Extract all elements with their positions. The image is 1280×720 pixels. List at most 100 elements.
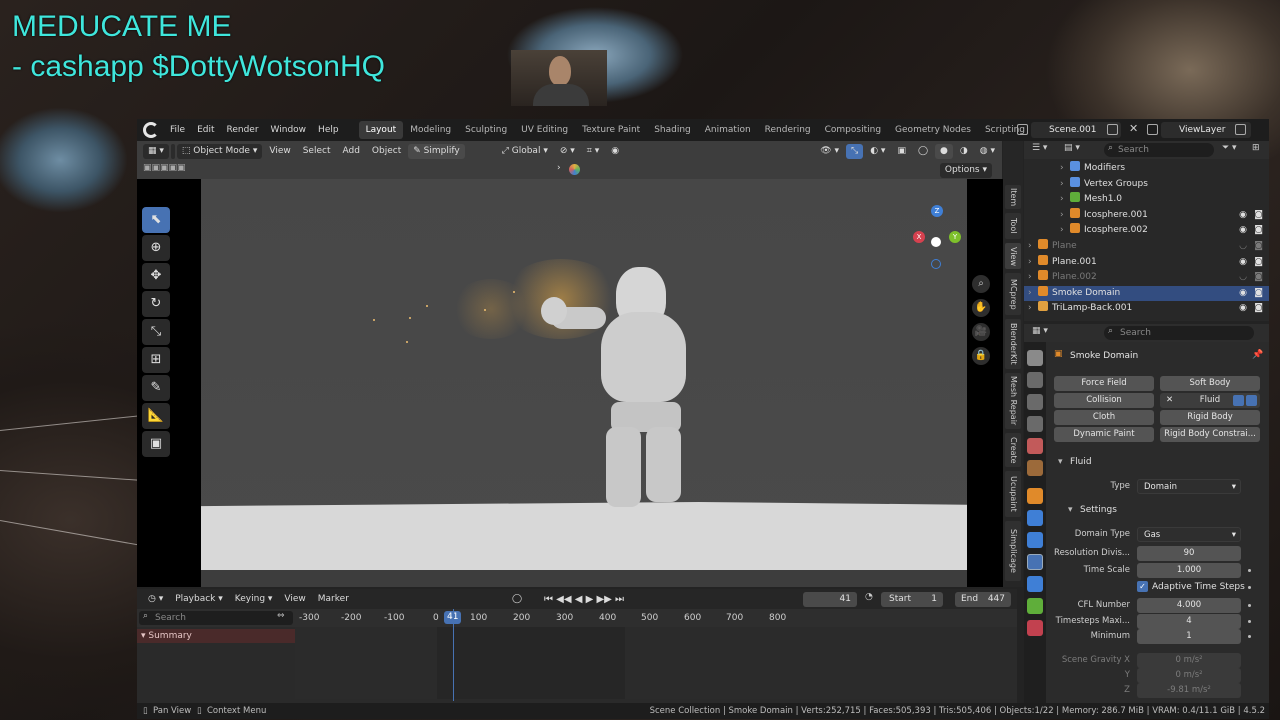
outliner-row[interactable]: › Vertex Groups <box>1024 176 1269 192</box>
menu-help[interactable]: Help <box>312 125 345 135</box>
expand-arrow-icon[interactable]: › <box>1060 161 1070 176</box>
cursor-tool-icon[interactable]: ⊕ <box>142 235 170 261</box>
tab-view[interactable]: View <box>1005 243 1021 269</box>
properties-editor[interactable]: ▦ ▾ Search ⌕ ▣ Smoke Domain 📌 Force Fiel… <box>1024 324 1269 703</box>
tab-shading[interactable]: Shading <box>647 121 698 139</box>
render-toggle-icon[interactable] <box>1246 395 1257 406</box>
shading-rendered-icon[interactable]: ◍ ▾ <box>975 144 1000 159</box>
transform-tool-icon[interactable]: ⊞ <box>142 347 170 373</box>
keying-menu[interactable]: Keying ▾ <box>230 592 278 607</box>
pivot-icon[interactable]: ⊘ ▾ <box>555 144 580 159</box>
start-frame-field[interactable]: Start 1 <box>881 592 943 607</box>
summary-channel[interactable]: ▾ Summary <box>137 629 295 643</box>
options-button[interactable]: Options ▾ <box>939 163 992 178</box>
expand-arrow-icon[interactable]: › <box>1028 301 1038 316</box>
timesteps-max-field[interactable]: 4 <box>1137 614 1241 629</box>
cloth-button[interactable]: Cloth <box>1054 410 1154 425</box>
tab-create[interactable]: Create <box>1005 433 1021 467</box>
tab-tool[interactable]: Tool <box>1005 213 1021 239</box>
render-camera-icon[interactable]: ◙ <box>1254 286 1263 301</box>
object-mode-dropdown[interactable]: ⬚ Object Mode ▾ <box>176 143 263 159</box>
viewport-toggle-icon[interactable] <box>1233 395 1244 406</box>
stopwatch-icon[interactable]: ◔ <box>865 592 873 602</box>
outliner-row[interactable]: › Icosphere.001 ◉ ◙ <box>1024 207 1269 223</box>
outliner-editor-icon[interactable]: ☰ ▾ <box>1032 143 1047 153</box>
keyframe-dot-icon[interactable] <box>1248 569 1251 572</box>
keyframe-dot-icon[interactable] <box>1248 586 1251 589</box>
render-camera-icon[interactable]: ◙ <box>1254 301 1263 316</box>
outliner-row[interactable]: › Plane ◡ ◙ <box>1024 239 1269 254</box>
timeline-editor-type-icon[interactable]: ◷ ▾ <box>143 592 168 607</box>
playhead[interactable] <box>453 609 454 701</box>
render-camera-icon[interactable]: ◙ <box>1254 223 1263 238</box>
menu-edit[interactable]: Edit <box>191 125 220 135</box>
tab-sculpting[interactable]: Sculpting <box>458 121 514 139</box>
record-icon[interactable]: ◯ <box>507 592 527 607</box>
xray-icon[interactable]: ▣ <box>892 144 911 159</box>
axis-y-icon[interactable]: Y <box>949 231 961 243</box>
tab-rendering[interactable]: Rendering <box>758 121 818 139</box>
viewport-menu-view[interactable]: View <box>264 144 295 159</box>
tab-mesh-repair[interactable]: Mesh Repair <box>1005 373 1021 429</box>
timeline-menu-view[interactable]: View <box>279 592 310 607</box>
gizmo-icon[interactable]: ⤡ <box>846 143 864 159</box>
expand-arrow-icon[interactable]: › <box>1060 208 1070 223</box>
outliner-row[interactable]: › Mesh1.0 <box>1024 192 1269 207</box>
resolution-field[interactable]: 90 <box>1137 546 1241 561</box>
playback-menu[interactable]: Playback ▾ <box>170 592 228 607</box>
visibility-eye-icon[interactable]: ◉ <box>1239 286 1247 301</box>
render-camera-icon[interactable]: ◙ <box>1254 239 1263 254</box>
properties-search-input[interactable]: Search <box>1104 326 1254 340</box>
pin-icon[interactable]: 📌 <box>1252 350 1263 360</box>
render-camera-icon[interactable]: ◙ <box>1254 208 1263 223</box>
expand-arrow-icon[interactable]: › <box>1060 177 1070 192</box>
camera-view-icon[interactable]: 🎥 <box>972 323 990 341</box>
outliner-row[interactable]: › TriLamp-Back.001 ◉ ◙ <box>1024 301 1269 316</box>
keyframe-dot-icon[interactable] <box>1248 620 1251 623</box>
render-tab-icon[interactable] <box>1027 372 1043 388</box>
timeline-search-input[interactable]: Search <box>139 611 293 625</box>
swap-icon[interactable]: ⇔ <box>277 611 285 621</box>
proportional-edit-icon[interactable]: ◉ <box>606 144 624 159</box>
visibility-eye-icon[interactable]: ◡ <box>1239 270 1247 285</box>
tab-uv-editing[interactable]: UV Editing <box>514 121 575 139</box>
playback-controls[interactable]: ⏮ ◀◀ ◀ ▶ ▶▶ ⏭ <box>539 592 629 607</box>
axis-x-icon[interactable]: X <box>913 231 925 243</box>
fluid-type-dropdown[interactable]: Domain ▾ <box>1137 479 1241 494</box>
display-mode-icon[interactable]: ▤ ▾ <box>1064 143 1080 153</box>
fluid-button[interactable]: ✕ Fluid <box>1160 393 1260 408</box>
expand-arrow-icon[interactable]: › <box>1028 270 1038 285</box>
expand-arrow-icon[interactable]: › <box>1028 286 1038 301</box>
outliner-search-input[interactable]: Search <box>1104 143 1214 157</box>
axis-z-icon[interactable]: Z <box>931 205 943 217</box>
domain-type-dropdown[interactable]: Gas ▾ <box>1137 527 1241 542</box>
remove-fluid-icon[interactable]: ✕ <box>1166 393 1173 408</box>
transform-orientation-dropdown[interactable]: ⤢ Global ▾ <box>497 144 553 159</box>
properties-editor-icon[interactable]: ▦ ▾ <box>1032 326 1048 336</box>
settings-collapse-icon[interactable]: ▾ <box>1068 505 1073 515</box>
tab-animation[interactable]: Animation <box>698 121 758 139</box>
viewport-menu-add[interactable]: Add <box>337 144 364 159</box>
data-tab-icon[interactable] <box>1027 598 1043 614</box>
menu-render[interactable]: Render <box>221 125 265 135</box>
rigid-body-button[interactable]: Rigid Body <box>1160 410 1260 425</box>
annotate-tool-icon[interactable]: ✎ <box>142 375 170 401</box>
timeline-body[interactable] <box>295 627 1017 699</box>
render-camera-icon[interactable]: ◙ <box>1254 255 1263 270</box>
tab-item[interactable]: Item <box>1005 185 1021 209</box>
timeline-menu-marker[interactable]: Marker <box>313 592 354 607</box>
viewport-menu-select[interactable]: Select <box>298 144 336 159</box>
outliner-row[interactable]: › Icosphere.002 ◉ ◙ <box>1024 223 1269 238</box>
material-tab-icon[interactable] <box>1027 620 1043 636</box>
shading-solid-icon[interactable]: ● <box>935 143 953 159</box>
minimum-field[interactable]: 1 <box>1137 629 1241 644</box>
tab-modeling[interactable]: Modeling <box>403 121 458 139</box>
visibility-eye-icon[interactable]: ◉ <box>1239 301 1247 316</box>
visibility-eye-icon[interactable]: ◡ <box>1239 239 1247 254</box>
tab-mcprep[interactable]: MCprep <box>1005 273 1021 315</box>
adaptive-time-steps-checkbox[interactable]: ✓ <box>1137 581 1148 592</box>
new-view-layer-icon[interactable] <box>1235 124 1246 135</box>
collapse-arrow-icon[interactable]: › <box>557 163 561 173</box>
pan-hand-icon[interactable]: ✋ <box>972 299 990 317</box>
tool-tab-icon[interactable] <box>1027 350 1043 366</box>
